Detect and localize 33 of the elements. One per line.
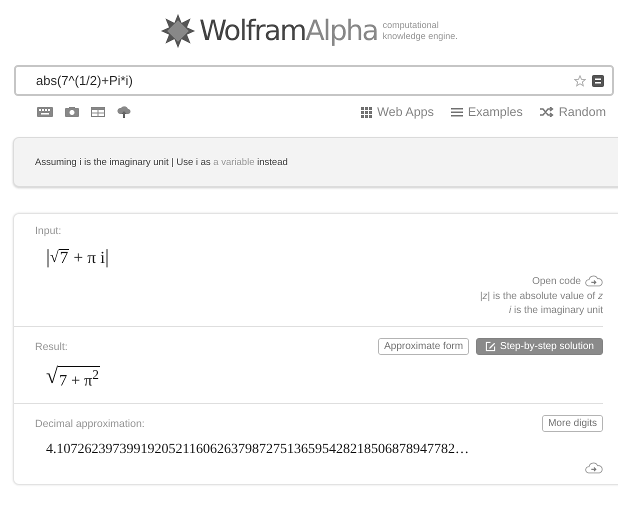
cloud-icon[interactable] bbox=[585, 462, 603, 474]
note-text: i is the imaginary unit bbox=[509, 305, 603, 316]
camera-icon[interactable] bbox=[65, 107, 79, 117]
decimal-value: 4.107262397399192052116062637987275136595428218506878947782… bbox=[46, 442, 470, 458]
list-icon bbox=[450, 107, 463, 117]
input-formula: |√7 + π i| bbox=[46, 246, 109, 269]
more-digits-button[interactable]: More digits bbox=[542, 415, 603, 432]
toolbar-link[interactable]: Web Apps bbox=[361, 105, 434, 119]
pod-title: Decimal approximation: bbox=[35, 418, 145, 430]
toolbar-link[interactable]: Random bbox=[540, 105, 606, 119]
upload-icon[interactable] bbox=[117, 106, 131, 118]
star-logo-icon bbox=[160, 13, 196, 49]
keyboard-icon[interactable] bbox=[37, 107, 53, 117]
pod-title: Result: bbox=[35, 340, 68, 352]
edit-icon bbox=[485, 341, 496, 352]
variable-link[interactable]: a variable bbox=[213, 156, 254, 168]
open-code-link[interactable]: Open code bbox=[532, 275, 603, 287]
star-icon[interactable] bbox=[574, 75, 586, 87]
logo-wordmark: WolframAlpha bbox=[199, 13, 378, 49]
search-field[interactable]: abs(7^(1/2)+Pi*i) bbox=[14, 65, 614, 96]
step-by-step-button[interactable]: Step-by-step solution bbox=[476, 338, 603, 355]
logo-tagline: computational bbox=[382, 20, 440, 31]
logo-tagline: knowledge engine. bbox=[382, 31, 458, 42]
toolbar-link[interactable]: Examples bbox=[450, 105, 523, 119]
shuffle-icon bbox=[540, 107, 554, 117]
menu-icon[interactable] bbox=[592, 75, 604, 87]
grid-icon bbox=[361, 106, 372, 118]
approximate-form-button[interactable]: Approximate form bbox=[378, 338, 470, 355]
table-icon[interactable] bbox=[91, 107, 105, 117]
note-text: |z| is the absolute value of z bbox=[480, 291, 603, 302]
cloud-icon bbox=[585, 275, 603, 287]
assumption-text: Assuming i is the imaginary unit | Use i as a variable instead bbox=[35, 156, 288, 168]
pod-title: Input: bbox=[35, 225, 62, 237]
